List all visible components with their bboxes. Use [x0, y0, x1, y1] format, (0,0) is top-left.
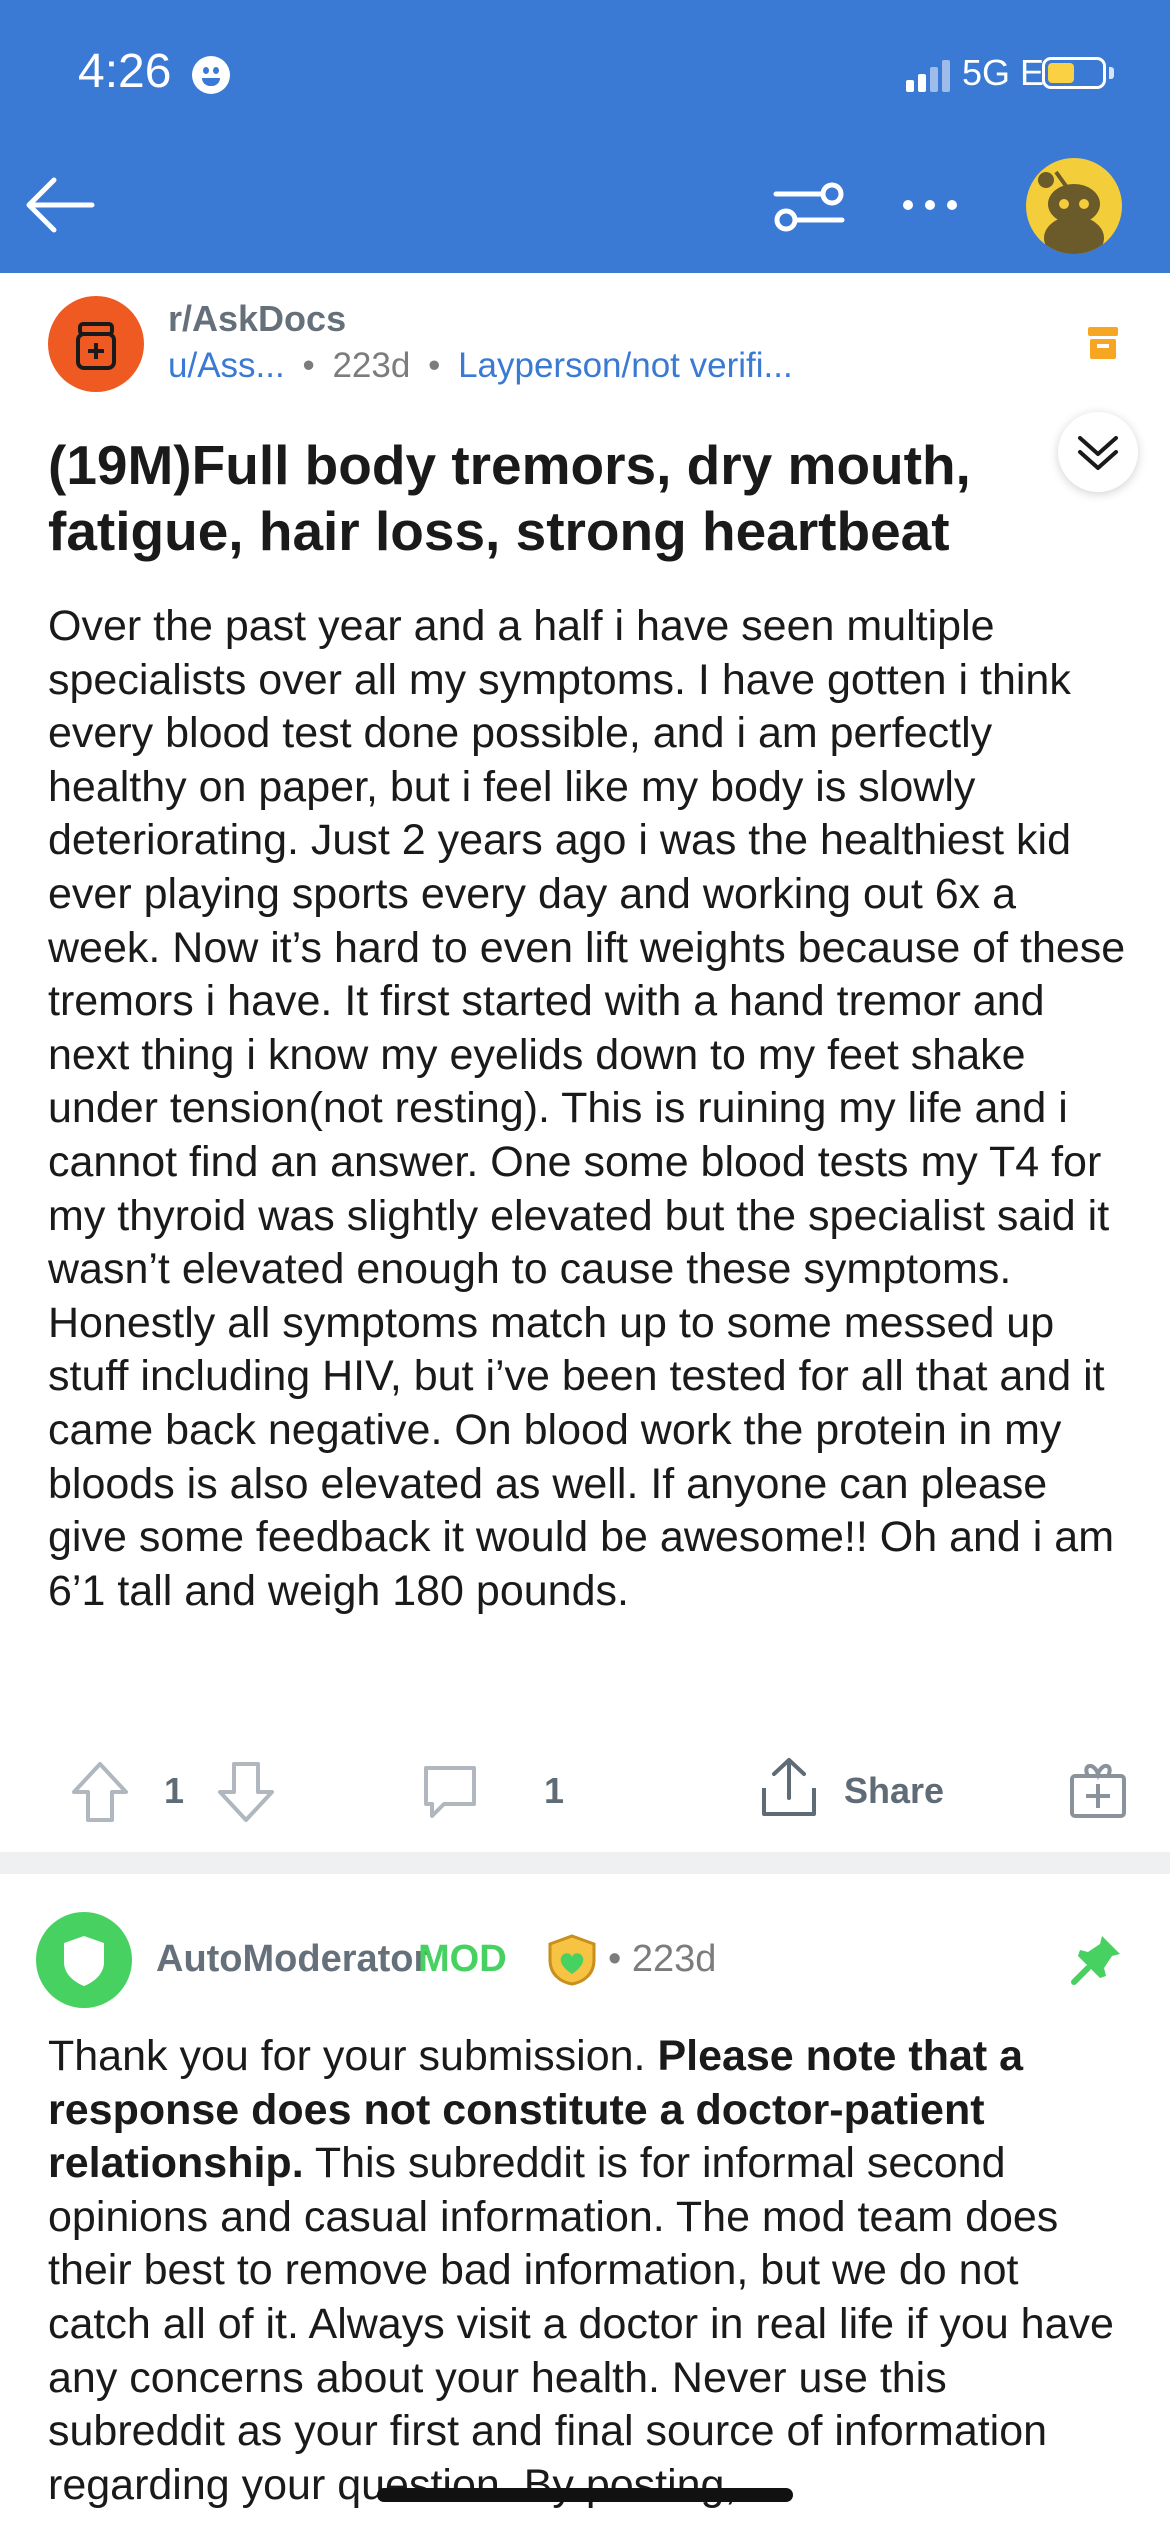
more-options-icon[interactable]: [898, 190, 962, 220]
subreddit-name[interactable]: r/AskDocs: [168, 298, 346, 340]
comment-text-rest: This subreddit is for informal second op…: [48, 2139, 1114, 2509]
app-header: 4:26 5G E: [0, 0, 1170, 273]
user-flair[interactable]: Layperson/not verifi...: [458, 346, 793, 385]
back-arrow-icon[interactable]: [22, 170, 98, 240]
post-age: 223d: [332, 346, 411, 385]
post-author[interactable]: u/Ass...: [168, 346, 285, 385]
comment-age-value: 223d: [631, 1938, 717, 1980]
collapse-button[interactable]: [1058, 412, 1138, 492]
status-time: 4:26: [78, 45, 172, 98]
commenter-avatar[interactable]: [36, 1912, 132, 2008]
double-chevron-down-icon: [1078, 436, 1118, 470]
user-avatar[interactable]: [1026, 158, 1122, 254]
downvote-arrow-icon[interactable]: [216, 1760, 276, 1824]
pin-icon: [1071, 1936, 1120, 1985]
comment-count: 1: [544, 1770, 565, 1811]
award-gift-icon[interactable]: [1068, 1758, 1128, 1820]
focus-smiley-icon: [192, 56, 230, 94]
post-action-bar: 1 1 Share: [0, 1750, 1170, 1830]
comment-bubble-icon[interactable]: [420, 1762, 480, 1824]
meta-separator: •: [302, 346, 315, 385]
section-divider: [0, 1852, 1170, 1874]
snoo-avatar-icon: [1038, 170, 1104, 254]
post-meta: u/Ass... • 223d • Layperson/not verifi..…: [168, 346, 793, 386]
subreddit-avatar[interactable]: [48, 296, 144, 392]
comment-age: • 223d: [608, 1938, 717, 1980]
share-icon[interactable]: [758, 1754, 820, 1820]
sort-filter-icon[interactable]: [772, 176, 846, 236]
battery-icon: [1042, 57, 1106, 89]
subreddit-label[interactable]: r/AskDocs: [168, 298, 346, 339]
pill-bottle-icon: [76, 322, 116, 370]
shield-icon: [64, 1936, 104, 1986]
home-indicator[interactable]: [377, 2488, 793, 2502]
share-label[interactable]: Share: [844, 1770, 944, 1812]
mod-badge: MOD: [418, 1938, 507, 1980]
comment-body: Thank you for your submission. Please no…: [48, 2030, 1128, 2512]
upvote-arrow-icon[interactable]: [70, 1760, 130, 1824]
vote-count: 1: [164, 1770, 185, 1811]
battery-tip: [1109, 67, 1114, 79]
network-type: 5G E: [962, 52, 1045, 93]
comment-text-intro: Thank you for your submission.: [48, 2032, 658, 2080]
mod-shield-icon: [548, 1934, 596, 1986]
archive-icon: [1088, 327, 1118, 359]
meta-separator: •: [428, 346, 441, 385]
comment-author[interactable]: AutoModerator: [156, 1938, 428, 1981]
cell-signal-icon: [906, 58, 950, 92]
post-title: (19M)Full body tremors, dry mouth, fatig…: [48, 434, 971, 562]
post-body: Over the past year and a half i have see…: [48, 602, 1126, 1615]
